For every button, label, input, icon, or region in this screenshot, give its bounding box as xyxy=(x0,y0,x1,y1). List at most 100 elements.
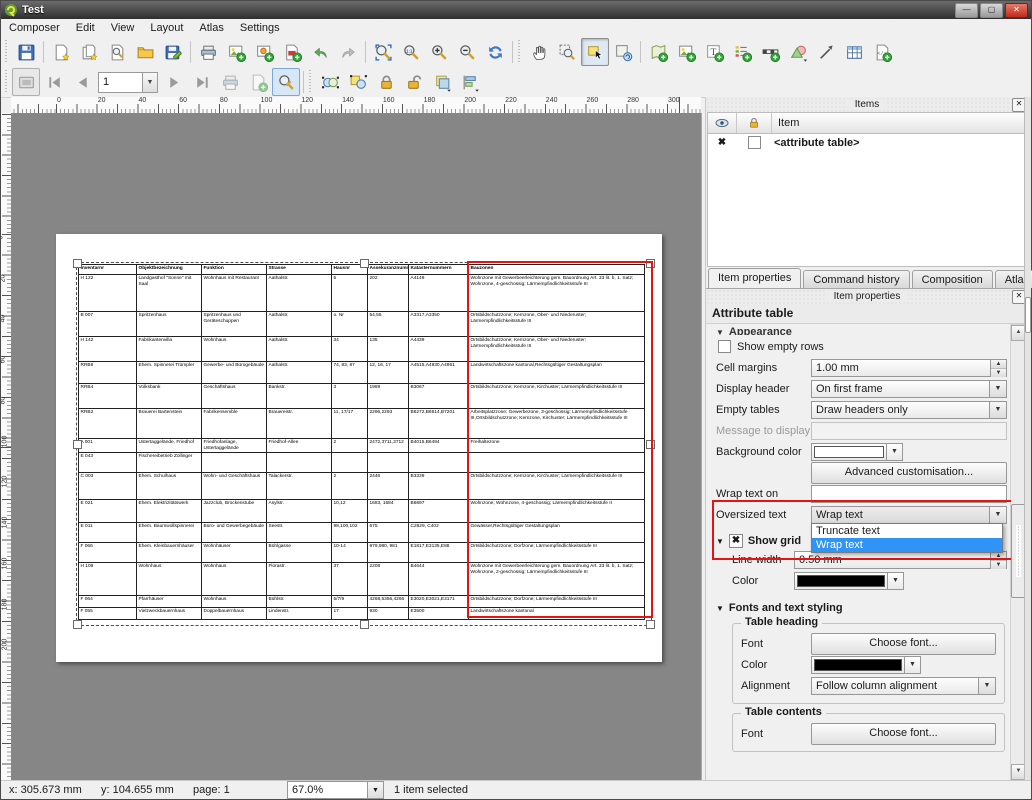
toolbar-grip[interactable] xyxy=(518,40,523,64)
alignment-combo[interactable]: Follow column alignment▼ xyxy=(811,677,996,695)
statusbar: x: 305.673 mm y: 104.655 mm page: 1 67.0… xyxy=(1,780,1031,799)
open-template-button[interactable] xyxy=(131,38,159,66)
selection-handle[interactable] xyxy=(73,259,82,268)
toolbar-grip[interactable] xyxy=(5,70,10,94)
zoom-full-button[interactable] xyxy=(369,38,397,66)
select-move-item-button[interactable] xyxy=(581,38,609,66)
contents-choose-font-button[interactable]: Choose font... xyxy=(811,723,996,745)
zoom-1-1-button[interactable]: 1:1 xyxy=(397,38,425,66)
dropdown-option[interactable]: Wrap text xyxy=(812,538,1002,552)
first-feature-button[interactable] xyxy=(40,68,68,96)
save-button[interactable] xyxy=(12,38,40,66)
redo-button[interactable] xyxy=(334,38,362,66)
add-html-button[interactable]: </> xyxy=(868,38,896,66)
wrap-text-on-input[interactable] xyxy=(811,485,1007,503)
edge-scroll-thumb[interactable] xyxy=(1025,297,1031,333)
pan-button[interactable] xyxy=(525,38,553,66)
menu-edit[interactable]: Edit xyxy=(68,21,103,35)
selection-handle[interactable] xyxy=(73,620,82,629)
zoom-out-button[interactable] xyxy=(453,38,481,66)
heading-color-button[interactable]: ▼ xyxy=(811,656,921,674)
menu-layout[interactable]: Layout xyxy=(142,21,191,35)
tab-item-properties[interactable]: Item properties xyxy=(708,268,801,288)
refresh-button[interactable] xyxy=(481,38,509,66)
menu-composer[interactable]: Composer xyxy=(1,21,68,35)
toolbar-grip[interactable] xyxy=(5,40,10,64)
grid-color-button[interactable]: ▼ xyxy=(794,572,904,590)
items-list[interactable]: ✖ <attribute table> xyxy=(707,134,1027,267)
show-empty-rows-checkbox[interactable] xyxy=(718,340,731,353)
minimize-button[interactable]: — xyxy=(955,3,978,18)
add-attribute-table-button[interactable] xyxy=(840,38,868,66)
heading-choose-font-button[interactable]: Choose font... xyxy=(811,633,996,655)
maximize-button[interactable]: ▢ xyxy=(980,3,1003,18)
print-atlas-button[interactable] xyxy=(216,68,244,96)
selection-handle[interactable] xyxy=(646,440,655,449)
cell-margins-spinbox[interactable]: 1.00 mm▲▼ xyxy=(811,359,1007,377)
empty-tables-combo[interactable]: Draw headers only▼ xyxy=(811,401,1007,419)
add-arrow-button[interactable] xyxy=(812,38,840,66)
selection-handle[interactable] xyxy=(73,440,82,449)
background-color-button[interactable]: ▼ xyxy=(811,443,903,461)
align-items-button[interactable] xyxy=(456,68,484,96)
add-map-button[interactable] xyxy=(644,38,672,66)
close-button[interactable]: ✕ xyxy=(1005,3,1028,18)
export-atlas-button[interactable] xyxy=(244,68,272,96)
duplicate-composition-button[interactable] xyxy=(75,38,103,66)
last-feature-button[interactable] xyxy=(188,68,216,96)
oversized-text-combo[interactable]: Wrap text▼ Truncate textWrap text xyxy=(811,506,1007,524)
add-legend-button[interactable] xyxy=(728,38,756,66)
advanced-customisation-button[interactable]: Advanced customisation... xyxy=(811,462,1007,484)
tab-command-history[interactable]: Command history xyxy=(803,270,909,288)
table-heading-group-title: Table heading xyxy=(741,616,822,628)
collapse-arrow-icon[interactable]: ▼ xyxy=(716,328,724,336)
group-items-button[interactable] xyxy=(316,68,344,96)
show-grid-checkbox[interactable]: ✖ xyxy=(729,534,743,548)
selection-handle[interactable] xyxy=(646,620,655,629)
ungroup-items-button[interactable] xyxy=(344,68,372,96)
undo-button[interactable] xyxy=(306,38,334,66)
export-svg-button[interactable] xyxy=(250,38,278,66)
add-label-button[interactable]: T xyxy=(700,38,728,66)
composition-canvas[interactable]: InventarnrObjektbezeichnungFunktionStras… xyxy=(11,113,702,783)
selection-handle[interactable] xyxy=(360,620,369,629)
dropdown-option[interactable]: Truncate text xyxy=(812,524,1002,538)
atlas-settings-button[interactable] xyxy=(272,68,300,96)
zoom-in-button[interactable] xyxy=(425,38,453,66)
grid-color-label: Color xyxy=(732,575,794,587)
move-item-content-button[interactable] xyxy=(609,38,637,66)
add-shape-button[interactable] xyxy=(784,38,812,66)
print-button[interactable] xyxy=(194,38,222,66)
menu-atlas[interactable]: Atlas xyxy=(191,21,231,35)
items-list-row[interactable]: ✖ <attribute table> xyxy=(708,134,1026,151)
lock-checkbox[interactable] xyxy=(748,136,761,149)
save-as-template-button[interactable] xyxy=(159,38,187,66)
raise-items-button[interactable] xyxy=(428,68,456,96)
atlas-page-combo[interactable]: 1▼ xyxy=(98,72,158,93)
composer-manager-button[interactable] xyxy=(103,38,131,66)
export-pdf-button[interactable] xyxy=(278,38,306,66)
atlas-preview-button[interactable] xyxy=(12,68,40,96)
export-image-button[interactable] xyxy=(222,38,250,66)
collapse-arrow-icon[interactable]: ▼ xyxy=(716,537,724,546)
display-header-combo[interactable]: On first frame▼ xyxy=(811,380,1007,398)
unlock-items-button[interactable] xyxy=(400,68,428,96)
visibility-checkbox[interactable]: ✖ xyxy=(708,137,736,148)
menu-view[interactable]: View xyxy=(103,21,143,35)
menu-settings[interactable]: Settings xyxy=(232,21,288,35)
line-width-spinbox[interactable]: 0.50 mm▲▼ xyxy=(794,551,1007,569)
add-image-button[interactable] xyxy=(672,38,700,66)
next-feature-button[interactable] xyxy=(160,68,188,96)
tab-composition[interactable]: Composition xyxy=(912,270,993,288)
previous-feature-button[interactable] xyxy=(68,68,96,96)
new-composition-button[interactable] xyxy=(47,38,75,66)
zoom-level-combo[interactable]: 67.0%▼ xyxy=(287,781,384,799)
collapse-arrow-icon[interactable]: ▼ xyxy=(716,604,724,613)
add-scalebar-button[interactable] xyxy=(756,38,784,66)
empty-tables-label: Empty tables xyxy=(716,404,811,416)
zoom-region-button[interactable] xyxy=(553,38,581,66)
selection-handle[interactable] xyxy=(360,259,369,268)
lock-items-button[interactable] xyxy=(372,68,400,96)
toolbar-grip[interactable] xyxy=(309,70,314,94)
selection-handle[interactable] xyxy=(646,259,655,268)
